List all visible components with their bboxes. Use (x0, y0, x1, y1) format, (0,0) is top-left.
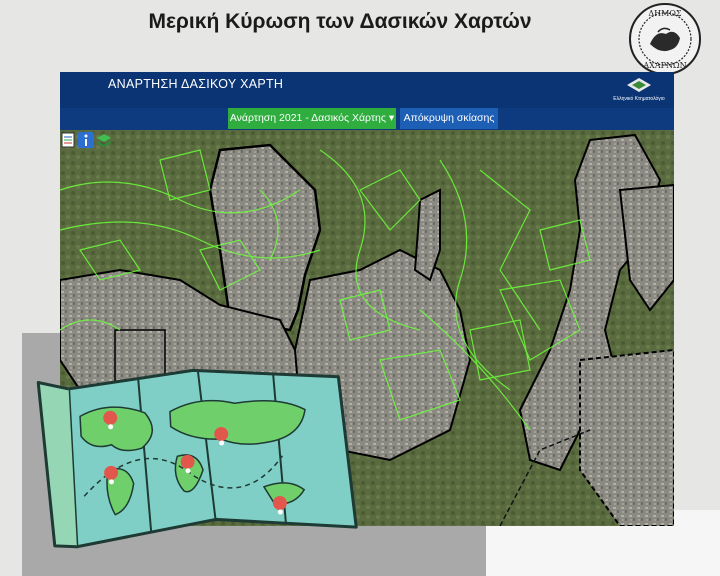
layer-select-dropdown[interactable]: Ανάρτηση 2021 - Δασικός Χάρτης ▾ (228, 108, 396, 129)
cadastre-logo: Ελληνικό Κτηματολόγιο (608, 76, 670, 106)
municipality-seal: ΔΗΜΟΣ ΑΧΑΡΝΩΝ (629, 3, 701, 75)
legend-icon[interactable] (60, 132, 76, 148)
layers-icon[interactable] (96, 132, 112, 148)
app-header: ΑΝΑΡΤΗΣΗ ΔΑΣΙΚΟΥ ΧΑΡΤΗ Ελληνικό Κτηματολ… (60, 72, 674, 108)
app-title: ΑΝΑΡΤΗΣΗ ΔΑΣΙΚΟΥ ΧΑΡΤΗ (108, 77, 284, 91)
info-icon[interactable] (78, 132, 94, 148)
map-toolbar (60, 130, 118, 152)
cadastre-logo-icon (627, 78, 651, 92)
svg-text:ΑΧΑΡΝΩΝ: ΑΧΑΡΝΩΝ (642, 61, 686, 70)
world-map-icon (36, 368, 358, 549)
nav-bar: Ανάρτηση 2021 - Δασικός Χάρτης ▾ Απόκρυψ… (60, 108, 674, 130)
svg-text:ΔΗΜΟΣ: ΔΗΜΟΣ (648, 9, 682, 18)
hide-shading-button[interactable]: Απόκρυψη σκίασης (400, 108, 498, 129)
page-title: Μερική Κύρωση των Δασικών Χαρτών (148, 10, 532, 33)
cadastre-logo-caption: Ελληνικό Κτηματολόγιο (613, 96, 665, 102)
